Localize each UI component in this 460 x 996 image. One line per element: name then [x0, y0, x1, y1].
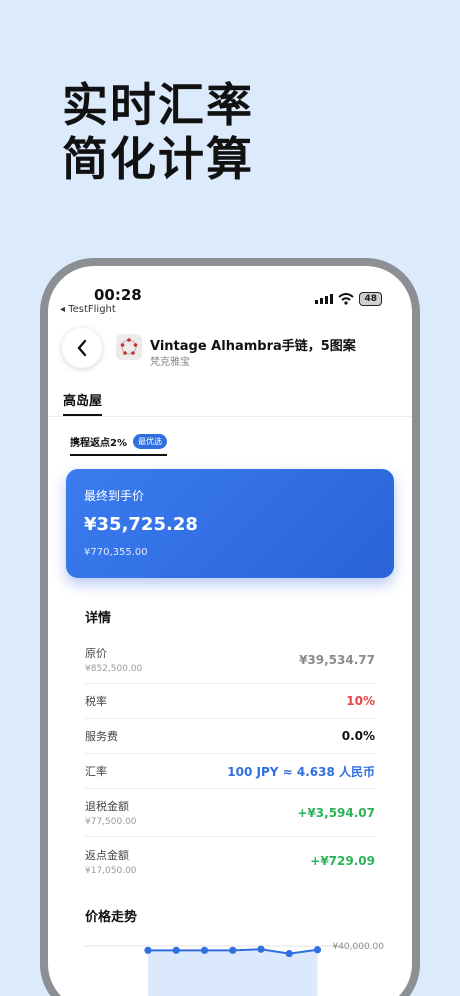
- final-price-card: 最终到手价 ¥35,725.28 ¥770,355.00: [66, 469, 394, 578]
- chart-data-point: [200, 946, 209, 954]
- detail-row-tax-refund: 退税金额 ¥77,500.00 +¥3,594.07: [85, 789, 375, 837]
- status-time: 00:28: [94, 286, 142, 304]
- rebate-label: 携程返点2%: [70, 438, 127, 449]
- trend-title: 价格走势: [85, 910, 138, 925]
- details-title: 详情: [85, 611, 112, 626]
- chart-data-point: [285, 949, 293, 958]
- detail-value: ¥39,534.77: [299, 652, 375, 667]
- detail-row-tax-rate: 税率 10%: [85, 684, 375, 719]
- chart-data-point: [229, 946, 237, 954]
- detail-row-exchange-rate: 汇率 100 JPY ≈ 4.638 人民币: [85, 754, 375, 789]
- product-thumbnail: [116, 334, 142, 360]
- detail-value: 0.0%: [341, 729, 375, 743]
- detail-row-rebate: 返点金额 ¥17,050.00 +¥729.09: [85, 837, 375, 885]
- product-name: Vintage Alhambra手链，5图案: [150, 339, 356, 354]
- chart-data-point: [144, 946, 152, 954]
- price-trend-chart: ¥40,000.00¥30,000.00: [84, 942, 384, 996]
- detail-value: 10%: [346, 694, 375, 708]
- tab-store[interactable]: 高岛屋: [63, 390, 103, 416]
- back-button[interactable]: [62, 328, 102, 368]
- product-brand: 梵克雅宝: [150, 357, 190, 368]
- detail-row-original-price: 原价 ¥852,500.00 ¥39,534.77: [85, 636, 375, 684]
- wifi-icon: [338, 293, 355, 305]
- chart-data-point: [172, 946, 180, 954]
- chart-y-tick-label: ¥40,000.00: [332, 942, 384, 952]
- detail-sub: ¥77,500.00: [85, 817, 137, 827]
- divider: [48, 416, 412, 417]
- details-list: 原价 ¥852,500.00 ¥39,534.77 税率 10% 服务费 0.0…: [85, 636, 375, 885]
- headline-line-1: 实时汇率: [62, 78, 254, 132]
- nav-bar: Vintage Alhambra手链，5图案 梵克雅宝: [48, 324, 412, 380]
- detail-sub: ¥852,500.00: [85, 664, 143, 674]
- chart-data-point: [313, 946, 322, 954]
- final-price-value: ¥35,725.28: [84, 514, 198, 535]
- back-to-testflight[interactable]: ◂ TestFlight: [60, 304, 116, 315]
- status-bar: 00:28 ◂ TestFlight 48: [48, 266, 412, 318]
- chart-area: [148, 949, 318, 996]
- detail-row-service-fee: 服务费 0.0%: [85, 719, 375, 754]
- headline: 实时汇率 简化计算: [62, 78, 254, 186]
- chevron-left-icon: [77, 339, 87, 357]
- detail-label: 退税金额: [85, 800, 129, 813]
- detail-value: +¥729.09: [310, 854, 375, 868]
- chart-data-point: [257, 945, 265, 953]
- battery-icon: 48: [359, 292, 382, 306]
- headline-line-2: 简化计算: [62, 132, 254, 186]
- phone-frame: 00:28 ◂ TestFlight 48 Vintage Alhambra手链…: [40, 258, 420, 996]
- final-price-jpy: ¥770,355.00: [84, 547, 148, 558]
- bracelet-icon: [120, 338, 138, 355]
- status-icons: 48: [315, 292, 382, 306]
- detail-sub: ¥17,050.00: [85, 865, 137, 876]
- detail-label: 原价: [85, 647, 107, 660]
- detail-label: 汇率: [85, 765, 107, 778]
- detail-value: +¥3,594.07: [297, 805, 375, 820]
- final-price-label: 最终到手价: [84, 489, 145, 503]
- detail-label: 税率: [85, 695, 107, 708]
- phone-screen: 00:28 ◂ TestFlight 48 Vintage Alhambra手链…: [48, 266, 412, 996]
- best-choice-badge: 最优选: [132, 434, 167, 449]
- detail-label: 返点金额: [85, 848, 129, 862]
- detail-label: 服务费: [85, 730, 118, 743]
- tab-rebate[interactable]: 携程返点2% 最优选: [70, 434, 167, 456]
- signal-icon: [315, 294, 334, 304]
- detail-value: 100 JPY ≈ 4.638 人民币: [227, 764, 375, 779]
